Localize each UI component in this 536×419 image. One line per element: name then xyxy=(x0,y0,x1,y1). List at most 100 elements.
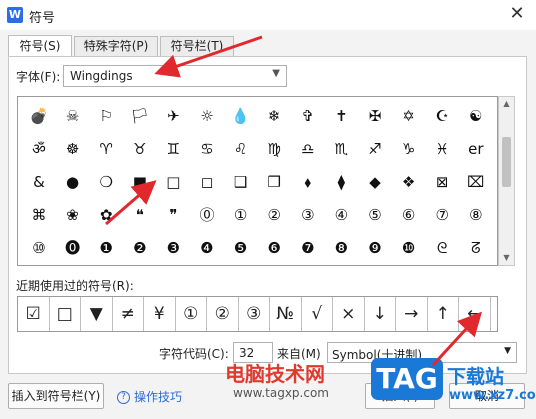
recent-symbol-cell[interactable]: ≠ xyxy=(113,297,144,331)
recent-symbol-cell[interactable]: √ xyxy=(302,297,333,331)
symbol-cell[interactable]: ❻ xyxy=(259,232,289,263)
symbol-cell[interactable]: ⊠ xyxy=(427,166,457,197)
symbol-cell[interactable]: ♋ xyxy=(192,133,222,164)
cancel-button[interactable]: 取消 xyxy=(449,383,525,409)
symbol-cell[interactable]: ☼ xyxy=(192,100,222,131)
symbol-cell[interactable]: ♎ xyxy=(293,133,323,164)
symbol-cell[interactable]: ✝ xyxy=(326,100,356,131)
symbol-cell[interactable]: 💣 xyxy=(24,100,54,131)
symbol-cell[interactable]: ♊ xyxy=(158,133,188,164)
symbol-cell[interactable]: er xyxy=(461,133,491,164)
recent-symbol-cell[interactable]: ↓ xyxy=(365,297,396,331)
symbol-cell[interactable]: ❾ xyxy=(360,232,390,263)
font-select[interactable]: Wingdings ▼ xyxy=(63,65,287,87)
symbol-cell[interactable]: ❶ xyxy=(91,232,121,263)
symbol-cell[interactable]: ⑦ xyxy=(427,199,457,230)
symbol-cell[interactable]: ⓿ xyxy=(58,232,88,263)
symbol-cell[interactable]: ❞ xyxy=(158,199,188,230)
symbol-cell[interactable]: ④ xyxy=(326,199,356,230)
symbol-cell[interactable]: ❑ xyxy=(226,166,256,197)
scroll-thumb[interactable] xyxy=(502,137,511,187)
symbol-cell[interactable]: ♏ xyxy=(326,133,356,164)
symbol-cell[interactable]: ✠ xyxy=(360,100,390,131)
recent-symbol-cell[interactable]: → xyxy=(396,297,428,331)
grid-scrollbar[interactable]: ▲ ▼ xyxy=(498,96,515,266)
symbol-cell[interactable]: ✿ xyxy=(91,199,121,230)
symbol-cell[interactable]: ⑤ xyxy=(360,199,390,230)
tab-special-chars[interactable]: 特殊字符(P) xyxy=(74,36,158,56)
symbol-cell[interactable]: ✡ xyxy=(394,100,424,131)
symbol-cell[interactable]: ᘔ xyxy=(461,232,491,263)
symbol-cell[interactable]: ♈ xyxy=(91,133,121,164)
tips-link[interactable]: ? 操作技巧 xyxy=(117,388,182,405)
symbol-cell[interactable]: ❼ xyxy=(293,232,323,263)
symbol-cell[interactable]: ☯ xyxy=(461,100,491,131)
symbol-cell[interactable]: ● xyxy=(58,166,88,197)
insert-to-bar-button[interactable]: 插入到符号栏(Y) xyxy=(8,383,104,409)
symbol-cell[interactable]: ⧫ xyxy=(326,166,356,197)
scroll-up-icon[interactable]: ▲ xyxy=(499,97,514,111)
symbol-cell[interactable]: ❒ xyxy=(259,166,289,197)
symbol-cell[interactable]: ✈ xyxy=(158,100,188,131)
symbol-cell[interactable]: ⌧ xyxy=(461,166,491,197)
symbol-cell[interactable]: ✞ xyxy=(293,100,323,131)
symbol-cell[interactable]: ♓ xyxy=(427,133,457,164)
recent-symbol-cell[interactable]: ← xyxy=(459,297,491,331)
symbol-cell[interactable]: ♍ xyxy=(259,133,289,164)
symbol-cell[interactable]: ♑ xyxy=(394,133,424,164)
code-input[interactable]: 32 xyxy=(233,342,273,363)
symbol-cell[interactable]: ⌘ xyxy=(24,199,54,230)
recent-symbol-cell[interactable]: ▼ xyxy=(81,297,113,331)
symbol-cell[interactable]: ❀ xyxy=(58,199,88,230)
recent-symbol-cell[interactable]: ② xyxy=(207,297,239,331)
scroll-down-icon[interactable]: ▼ xyxy=(499,251,514,265)
symbol-cell[interactable]: ᘓ xyxy=(427,232,457,263)
symbol-cell[interactable]: ◻ xyxy=(192,166,222,197)
symbol-cell[interactable]: ⑩ xyxy=(24,232,54,263)
symbol-cell[interactable]: ♌ xyxy=(226,133,256,164)
symbol-cell[interactable]: ⑥ xyxy=(394,199,424,230)
symbol-cell[interactable]: ② xyxy=(259,199,289,230)
symbol-cell[interactable]: ⬧ xyxy=(293,166,323,197)
recent-symbol-cell[interactable]: ① xyxy=(176,297,207,331)
symbol-cell[interactable]: ❿ xyxy=(394,232,424,263)
symbol-cell[interactable]: ◆ xyxy=(360,166,390,197)
tab-symbol[interactable]: 符号(S) xyxy=(8,35,72,57)
close-icon[interactable]: ✕ xyxy=(506,3,528,25)
symbol-cell[interactable]: ☪ xyxy=(427,100,457,131)
symbol-cell[interactable]: ❺ xyxy=(226,232,256,263)
tab-symbol-bar[interactable]: 符号栏(T) xyxy=(160,36,234,56)
recent-symbol-cell[interactable]: ☑ xyxy=(18,297,50,331)
symbol-cell[interactable]: ⚐ xyxy=(91,100,121,131)
symbol-cell[interactable]: ☠ xyxy=(58,100,88,131)
symbol-cell[interactable]: ♐ xyxy=(360,133,390,164)
symbol-cell[interactable]: ❝ xyxy=(125,199,155,230)
insert-button[interactable]: 插入(I) xyxy=(365,383,435,409)
symbol-cell[interactable]: ⑧ xyxy=(461,199,491,230)
recent-symbol-cell[interactable]: ¥ xyxy=(144,297,176,331)
symbol-cell[interactable]: ❽ xyxy=(326,232,356,263)
symbol-cell[interactable]: ③ xyxy=(293,199,323,230)
symbol-cell[interactable]: ♉ xyxy=(125,133,155,164)
symbol-cell[interactable]: ❍ xyxy=(91,166,121,197)
recent-symbol-cell[interactable]: № xyxy=(270,297,302,331)
symbol-cell[interactable]: ॐ xyxy=(24,133,54,164)
recent-symbol-cell[interactable]: × xyxy=(333,297,365,331)
symbol-cell[interactable]: 💧 xyxy=(226,100,256,131)
symbol-cell[interactable]: ❹ xyxy=(192,232,222,263)
symbol-cell[interactable]: ☸ xyxy=(58,133,88,164)
symbol-cell[interactable]: ❖ xyxy=(394,166,424,197)
symbol-cell[interactable]: ① xyxy=(226,199,256,230)
recent-symbol-cell[interactable]: ③ xyxy=(239,297,270,331)
symbol-cell[interactable]: ❸ xyxy=(158,232,188,263)
symbol-cell[interactable]: ❄ xyxy=(259,100,289,131)
symbol-cell[interactable]: & xyxy=(24,166,54,197)
symbol-cell[interactable]: ■ xyxy=(125,166,155,197)
recent-symbol-cell[interactable]: ↑ xyxy=(428,297,459,331)
recent-symbol-cell[interactable]: □ xyxy=(50,297,81,331)
symbol-cell[interactable]: □ xyxy=(158,166,188,197)
symbol-cell[interactable]: 🏳 xyxy=(125,100,155,131)
symbol-cell[interactable]: ❷ xyxy=(125,232,155,263)
from-select[interactable]: Symbol(十进制) ▼ xyxy=(327,342,517,363)
symbol-cell[interactable]: ⓪ xyxy=(192,199,222,230)
